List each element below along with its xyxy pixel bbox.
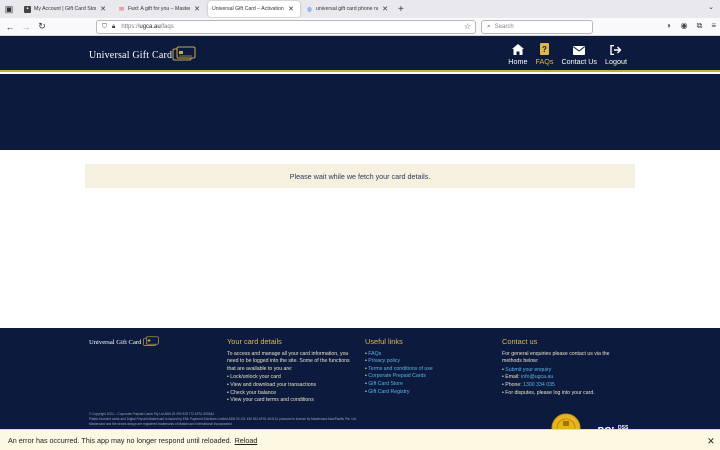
svg-text:?: ?	[542, 45, 547, 54]
nav-faqs[interactable]: ? FAQs	[535, 43, 553, 66]
nav-label: Home	[508, 57, 528, 66]
firefox-view-icon[interactable]: ▣	[0, 0, 18, 18]
footer-useful-links: Useful links FAQs Privacy policy Terms a…	[365, 338, 475, 396]
account-icon[interactable]: ◉	[681, 21, 688, 31]
list-item: Lock/unlock your card	[227, 374, 357, 382]
browser-tab[interactable]: ✉ Fwd: A gift for you – Mastercard ✕	[114, 1, 206, 17]
browser-tab-bar: ▣ ▪ My Account | Gift Card Store ✕ ✉ Fwd…	[0, 0, 720, 18]
error-message: An error has occurred. This app may no l…	[8, 435, 232, 445]
url-bar[interactable]: ⛉ 🔒︎ https://ugca.au/faqs ☆	[96, 20, 476, 34]
main-content: Please wait while we fetch your card det…	[0, 150, 720, 328]
shield-icon[interactable]: ⛉	[102, 23, 107, 31]
link-faqs[interactable]: FAQs	[368, 351, 381, 357]
footer-brand-name: Universal Gift Card	[89, 339, 142, 346]
close-icon[interactable]: 🗙	[708, 435, 714, 449]
contact-list: Submit your enquiry Email: info@ugca.au …	[502, 367, 627, 397]
disputes-text: For disputes, please log into your card.	[505, 389, 595, 396]
list-item: View and download your transactions	[227, 382, 357, 390]
list-item: Check your balance	[227, 390, 357, 398]
footer-contact: Contact us For general enquiries please …	[502, 338, 627, 397]
search-icon: ⌕	[487, 23, 491, 30]
card-details-heading: Your card details	[227, 337, 282, 346]
useful-links-list: FAQs Privacy policy Terms and conditions…	[365, 351, 475, 397]
brand-name[interactable]: Universal Gift Card	[89, 50, 172, 61]
site-header: Universal Gift Card Home ? FAQs Contact …	[0, 36, 720, 72]
faq-icon: ?	[539, 43, 549, 55]
link-gift-card-store[interactable]: Gift Card Store	[368, 381, 403, 387]
reload-icon[interactable]: ↻	[34, 21, 50, 32]
hero-banner	[0, 74, 720, 150]
browser-tab-active[interactable]: Universal Gift Card – Activation ✕	[208, 1, 300, 17]
browser-tab[interactable]: ▪ My Account | Gift Card Store ✕	[20, 1, 112, 17]
pocket-icon[interactable]: ◗	[667, 21, 672, 31]
extensions-icon[interactable]: ⧉	[697, 21, 703, 31]
tab-close-icon[interactable]: ✕	[100, 5, 106, 13]
link-privacy-policy[interactable]: Privacy policy	[368, 358, 400, 364]
bookmark-star-icon[interactable]: ☆	[464, 22, 471, 31]
gift-card-logo-icon	[143, 336, 159, 346]
browser-tab[interactable]: ◍ universal gift card phone numb ✕	[302, 1, 394, 17]
nav-home[interactable]: Home	[508, 43, 527, 66]
menu-icon[interactable]: ≡	[711, 21, 716, 31]
card-details-list: Lock/unlock your card View and download …	[227, 374, 357, 404]
lock-icon[interactable]: 🔒︎	[112, 23, 115, 31]
nav-label: FAQs	[535, 57, 554, 66]
search-placeholder: Search	[494, 24, 514, 30]
submit-enquiry-link[interactable]: Submit your enquiry	[505, 367, 551, 373]
logout-icon	[610, 43, 622, 55]
chevron-down-icon[interactable]: ⌄	[708, 3, 714, 11]
useful-links-heading: Useful links	[365, 337, 403, 346]
error-banner: An error has occurred. This app may no l…	[0, 429, 720, 450]
tab-label: Fwd: A gift for you – Mastercard	[128, 6, 190, 12]
email-link[interactable]: info@ugca.au	[521, 374, 553, 380]
contact-intro: For general enquiries please contact us …	[502, 350, 610, 365]
tab-label: universal gift card phone numb	[316, 6, 378, 12]
main-nav: Home ? FAQs Contact Us Logout	[508, 43, 627, 66]
nav-label: Logout	[605, 57, 627, 66]
toolbar-icons: ◗ ◉ ⧉ ≡	[667, 21, 716, 31]
tab-label: Universal Gift Card – Activation	[212, 6, 284, 12]
forward-arrow-icon[interactable]: →	[18, 22, 34, 32]
tab-close-icon[interactable]: ✕	[382, 5, 388, 13]
contact-heading: Contact us	[502, 337, 538, 346]
link-gift-card-registry[interactable]: Gift Card Registry	[368, 389, 409, 395]
loading-notice-text: Please wait while we fetch your card det…	[289, 171, 431, 181]
legal-line: Mastercard and the circles design are re…	[89, 422, 233, 426]
nav-logout[interactable]: Logout	[605, 43, 627, 66]
nav-label: Contact Us	[561, 57, 598, 66]
tab-close-icon[interactable]: ✕	[288, 5, 294, 13]
loading-notice: Please wait while we fetch your card det…	[85, 164, 635, 188]
phone-link[interactable]: 1300 334 035	[523, 382, 555, 388]
browser-toolbar: ← → ↻ ⛉ 🔒︎ https://ugca.au/faqs ☆ ⌕ Sear…	[0, 18, 720, 36]
list-item: View your card terms and conditions	[227, 397, 357, 405]
url-text[interactable]: https://ugca.au/faqs	[121, 24, 173, 30]
tab-label: My Account | Gift Card Store	[34, 6, 97, 12]
phone-label: Phone:	[505, 381, 524, 388]
link-terms[interactable]: Terms and conditions of use	[368, 366, 433, 372]
home-icon	[511, 43, 524, 55]
google-favicon-icon: ◍	[306, 6, 313, 13]
nav-contact-us[interactable]: Contact Us	[561, 43, 597, 66]
search-bar[interactable]: ⌕ Search	[481, 20, 593, 34]
tab-close-icon[interactable]: ✕	[194, 5, 200, 13]
card-details-intro: To access and manage all your card infor…	[227, 350, 350, 372]
mail-favicon-icon: ✉	[118, 6, 125, 13]
link-corporate-cards[interactable]: Corporate Prepaid Cards	[368, 373, 426, 379]
email-label: Email:	[505, 374, 522, 381]
footer-card-details: Your card details To access and manage a…	[227, 338, 357, 405]
mail-icon	[573, 43, 586, 55]
gift-card-logo-icon	[172, 46, 196, 61]
reload-link[interactable]: Reload	[235, 436, 258, 445]
new-tab-icon[interactable]: +	[398, 4, 404, 15]
footer-legal: © Copyright 2024 – Corporate Prepaid Car…	[89, 412, 459, 427]
gift-card-favicon-icon: ▪	[24, 5, 31, 13]
back-arrow-icon[interactable]: ←	[2, 22, 18, 32]
